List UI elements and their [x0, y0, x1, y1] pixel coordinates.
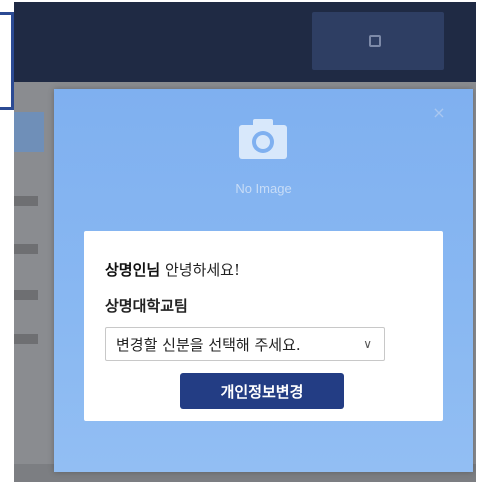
profile-card: 상명인님 안녕하세요! 상명대학교팀 변경할 신분을 선택해 주세요. ∨ 개인…: [84, 231, 443, 421]
background-text-fragment: [14, 244, 38, 254]
camera-icon: [239, 119, 287, 159]
user-name: 상명인님: [105, 261, 161, 279]
edge-highlight: [0, 12, 14, 110]
background-text-fragment: [14, 334, 38, 344]
profile-modal: × No Image 상명인님 안녕하세요! 상명대학교팀 변경할 신분을 선택…: [54, 89, 473, 472]
header-button-icon: [369, 35, 381, 47]
no-image-caption: No Image: [235, 181, 292, 196]
change-profile-button[interactable]: 개인정보변경: [180, 373, 344, 409]
background-text-fragment: [14, 290, 38, 300]
greeting: 상명인님 안녕하세요!: [105, 259, 240, 280]
role-select[interactable]: 변경할 신분을 선택해 주세요. ∨: [105, 327, 385, 361]
background-stripe: [14, 112, 44, 152]
chevron-down-icon: ∨: [363, 337, 372, 351]
left-edge-fragment: [0, 0, 14, 486]
background-text-fragment: [14, 196, 38, 206]
affiliation-label: 상명대학교팀: [105, 297, 188, 315]
close-icon[interactable]: ×: [431, 105, 447, 121]
background-app: × No Image 상명인님 안녕하세요! 상명대학교팀 변경할 신분을 선택…: [14, 2, 476, 482]
header-button[interactable]: [312, 12, 444, 70]
greeting-message: 안녕하세요!: [160, 261, 240, 279]
role-select-value: 변경할 신분을 선택해 주세요.: [116, 335, 301, 354]
